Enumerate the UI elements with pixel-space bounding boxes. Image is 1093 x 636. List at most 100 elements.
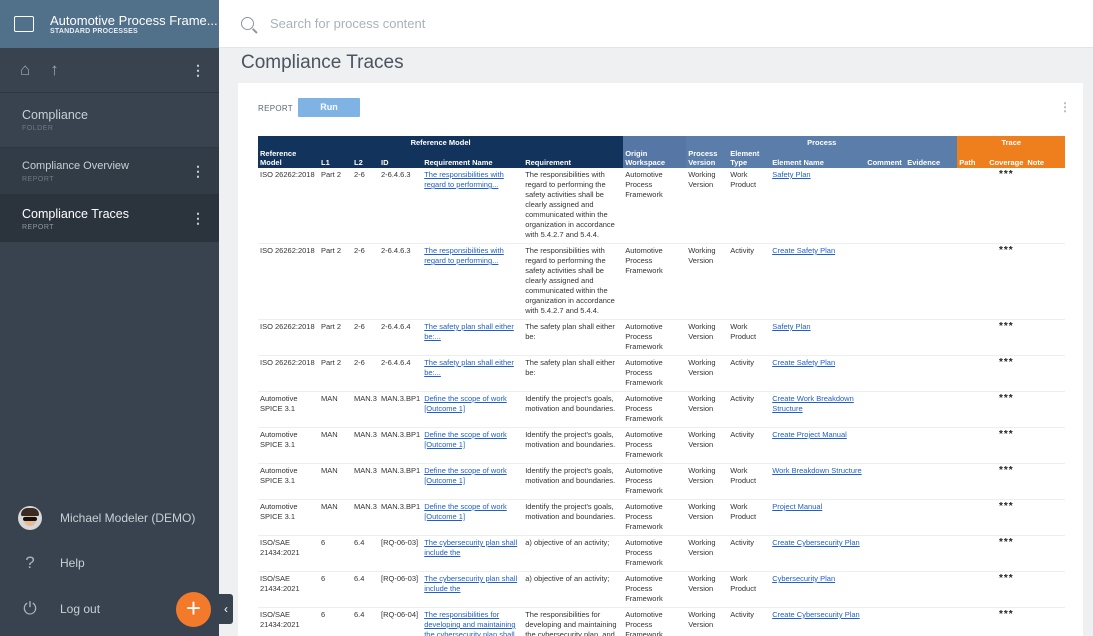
help-link[interactable]: ? Help bbox=[0, 552, 219, 574]
power-icon: ⏻ bbox=[23, 599, 37, 618]
table-cell: Create Safety Plan bbox=[770, 243, 866, 320]
cell-reference-model: ISO 26262:2018 bbox=[258, 319, 319, 356]
cell-evidence bbox=[905, 535, 958, 572]
run-button[interactable]: Run bbox=[298, 98, 360, 117]
col-l2[interactable]: L2 bbox=[352, 148, 379, 168]
requirement-name-link[interactable]: The responsibilities with regard to perf… bbox=[424, 246, 504, 265]
sidebar-item-compliance-traces[interactable]: Compliance Traces REPORT ⋮ bbox=[0, 195, 219, 242]
collapse-sidebar-button[interactable]: ‹ bbox=[219, 594, 233, 624]
col-coverage[interactable]: Coverage bbox=[987, 148, 1026, 168]
home-icon[interactable]: ⌂ bbox=[20, 60, 30, 80]
cell-reference-model: ISO 26262:2018 bbox=[258, 355, 319, 392]
cell-l2: 2-6 bbox=[352, 319, 379, 356]
search-input[interactable] bbox=[270, 16, 670, 31]
element-name-link[interactable]: Safety Plan bbox=[772, 170, 810, 179]
table-cell: The responsibilities for developing and … bbox=[422, 607, 524, 636]
cell-l1: 6 bbox=[319, 535, 352, 572]
col-origin-workspace[interactable]: Origin Workspace bbox=[623, 148, 687, 168]
cell-id: MAN.3.BP1 bbox=[379, 463, 423, 500]
cell-process-version: Working Version bbox=[686, 243, 729, 320]
cell-requirement: Identify the project's goals, motivation… bbox=[523, 499, 624, 536]
sidebar-item-label: Compliance bbox=[22, 108, 89, 122]
cell-l2: 2-6 bbox=[352, 243, 379, 320]
col-process-version[interactable]: Process Version bbox=[686, 148, 729, 168]
requirement-name-link[interactable]: The safety plan shall either be:... bbox=[424, 358, 514, 377]
more-icon[interactable]: ⋮ bbox=[191, 210, 205, 227]
cell-process-version: Working Version bbox=[686, 168, 729, 244]
cell-l2: 2-6 bbox=[352, 355, 379, 392]
sidebar-folder-compliance[interactable]: Compliance FOLDER bbox=[0, 93, 219, 148]
add-button[interactable]: + bbox=[176, 592, 211, 627]
group-trace: Trace bbox=[957, 136, 1066, 148]
search-bar bbox=[219, 0, 1093, 48]
report-label: REPORT bbox=[258, 104, 293, 113]
sidebar-item-compliance-overview[interactable]: Compliance Overview REPORT ⋮ bbox=[0, 148, 219, 195]
cell-comment bbox=[865, 355, 906, 392]
element-name-link[interactable]: Create Cybersecurity Plan bbox=[772, 538, 860, 547]
cell-coverage: *** bbox=[987, 427, 1026, 464]
table-cell: Work Breakdown Structure bbox=[770, 463, 866, 500]
cell-origin-workspace: Automotive Process Framework bbox=[623, 391, 687, 428]
cell-evidence bbox=[905, 243, 958, 320]
user-menu[interactable]: Michael Modeler (DEMO) bbox=[0, 504, 219, 532]
col-requirement[interactable]: Requirement bbox=[523, 148, 624, 168]
element-name-link[interactable]: Safety Plan bbox=[772, 322, 810, 331]
element-name-link[interactable]: Create Cybersecurity Plan bbox=[772, 610, 860, 619]
requirement-name-link[interactable]: Define the scope of work [Outcome 1] bbox=[424, 430, 507, 449]
requirement-name-link[interactable]: The cybersecurity plan shall include the bbox=[424, 538, 517, 557]
avatar bbox=[18, 506, 42, 530]
cell-coverage: *** bbox=[987, 499, 1026, 536]
group-process: Process bbox=[686, 136, 958, 148]
cell-note bbox=[1025, 607, 1066, 636]
requirement-name-link[interactable]: Define the scope of work [Outcome 1] bbox=[424, 394, 507, 413]
requirement-name-link[interactable]: Define the scope of work [Outcome 1] bbox=[424, 502, 507, 521]
element-name-link[interactable]: Create Safety Plan bbox=[772, 246, 835, 255]
cell-comment bbox=[865, 463, 906, 500]
col-id[interactable]: ID bbox=[379, 148, 423, 168]
cell-element-type: Activity bbox=[728, 243, 771, 320]
requirement-name-link[interactable]: The responsibilities for developing and … bbox=[424, 610, 515, 636]
element-name-link[interactable]: Create Project Manual bbox=[772, 430, 847, 439]
cell-comment bbox=[865, 571, 906, 608]
requirement-name-link[interactable]: The safety plan shall either be:... bbox=[424, 322, 514, 341]
project-switcher[interactable]: Automotive Process Frame... STANDARD PRO… bbox=[0, 0, 219, 48]
element-name-link[interactable]: Create Work Breakdown Structure bbox=[772, 394, 854, 413]
col-path[interactable]: Path bbox=[957, 148, 988, 168]
cell-coverage: *** bbox=[987, 355, 1026, 392]
element-name-link[interactable]: Work Breakdown Structure bbox=[772, 466, 861, 475]
cell-coverage: *** bbox=[987, 463, 1026, 500]
col-note[interactable]: Note bbox=[1025, 148, 1066, 168]
col-reference-model[interactable]: Reference Model bbox=[258, 148, 319, 168]
cell-evidence bbox=[905, 607, 958, 636]
cell-note bbox=[1025, 571, 1066, 608]
cell-note bbox=[1025, 535, 1066, 572]
col-element-type[interactable]: Element Type bbox=[728, 148, 771, 168]
more-icon[interactable]: ⋮ bbox=[1059, 100, 1071, 114]
cell-path bbox=[957, 463, 988, 500]
col-element-name[interactable]: Element Name bbox=[770, 148, 866, 168]
col-evidence[interactable]: Evidence bbox=[905, 148, 958, 168]
cell-origin-workspace: Automotive Process Framework bbox=[623, 243, 687, 320]
table-cell: Define the scope of work [Outcome 1] bbox=[422, 391, 524, 428]
table-cell: Create Project Manual bbox=[770, 427, 866, 464]
col-requirement-name[interactable]: Requirement Name bbox=[422, 148, 524, 168]
more-icon[interactable]: ⋮ bbox=[191, 62, 205, 79]
element-name-link[interactable]: Project Manual bbox=[772, 502, 822, 511]
requirement-name-link[interactable]: The responsibilities with regard to perf… bbox=[424, 170, 504, 189]
arrow-up-icon[interactable]: ↑ bbox=[50, 60, 59, 80]
more-icon[interactable]: ⋮ bbox=[191, 163, 205, 180]
col-l1[interactable]: L1 bbox=[319, 148, 352, 168]
cell-l1: MAN bbox=[319, 391, 352, 428]
table-cell: The responsibilities with regard to perf… bbox=[422, 168, 524, 244]
element-name-link[interactable]: Cybersecurity Plan bbox=[772, 574, 835, 583]
element-name-link[interactable]: Create Safety Plan bbox=[772, 358, 835, 367]
table-cell: Safety Plan bbox=[770, 319, 866, 356]
table-cell: The safety plan shall either be:... bbox=[422, 355, 524, 392]
cell-path bbox=[957, 168, 988, 244]
page-title: Compliance Traces bbox=[241, 52, 404, 73]
col-comment[interactable]: Comment bbox=[865, 148, 906, 168]
requirement-name-link[interactable]: The cybersecurity plan shall include the bbox=[424, 574, 517, 593]
sidebar-item-type: FOLDER bbox=[22, 125, 54, 132]
requirement-name-link[interactable]: Define the scope of work [Outcome 1] bbox=[424, 466, 507, 485]
cell-evidence bbox=[905, 168, 958, 244]
